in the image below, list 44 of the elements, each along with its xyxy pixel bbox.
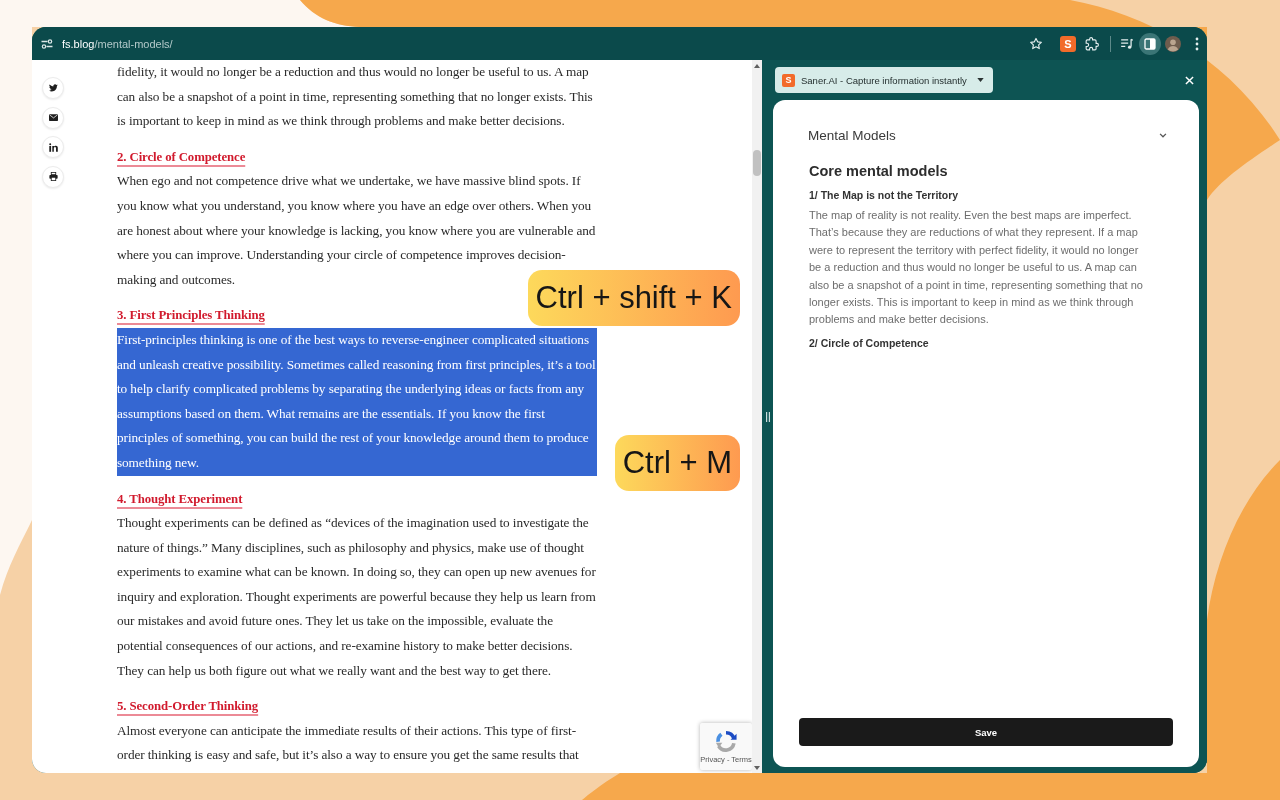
url-text[interactable]: fs.blog/mental-models/ [62,37,173,50]
scrollbar-track[interactable] [752,60,762,773]
scroll-down-icon[interactable] [754,766,760,770]
shortcut-callout: Ctrl + M [614,435,740,491]
section-link[interactable]: 2. Circle of Competence [117,149,246,164]
article-paragraph: Thought experiments can be defined as “devices of the imagination used to investigate the nature of things.” Many disciplines, such as philosophy and physics, make use of thought experiments to examine what can be known. In doing so, they can open up new avenues for inquiry and exploration. Thought experiments are powerful because they help us learn from our mistakes and avoid future ones. They let us take on the impossible, evaluate the potential consequences of our actions, and re-examine history to make better decisions. They can help us both figure out what we really want and the best way to get there. [117,514,597,680]
side-panel-button[interactable] [1139,32,1161,55]
caret-down-icon [976,78,984,82]
side-panel-icon [1144,37,1156,50]
envelope-icon [48,114,58,121]
resize-handle-icon[interactable] [765,411,770,422]
site-settings-icon[interactable] [41,37,53,50]
note-title: Core mental models [809,162,949,181]
article-paragraph: Almost everyone can anticipate the immediate results of their actions. This type of first-order thinking is easy and safe, but it’s also a way to ensure you get the same results that [117,721,580,765]
playlist-icon[interactable] [1120,36,1134,51]
puzzle-icon[interactable] [1085,36,1099,51]
shortcut-callout: Ctrl + shift + K [527,270,740,326]
app-logo: S [782,73,795,87]
printer-icon [48,172,58,181]
circular-arrow-icon [715,729,737,752]
section-link[interactable]: 4. Thought Experiment [117,491,243,506]
collection-title[interactable]: Mental Models [808,127,896,143]
menu-icon[interactable] [1195,36,1199,51]
share-button[interactable] [42,106,64,129]
share-button[interactable] [42,77,64,99]
note-subheading: 2/ Circle of Competence [809,335,930,351]
avatar-icon[interactable] [1165,35,1181,52]
section-link[interactable]: 5. Second-Order Thinking [117,699,259,714]
in-logo-icon [48,142,58,152]
chevron-down-icon[interactable] [1159,132,1167,138]
note-subheading: 1/ The Map is not the Territory [809,188,960,203]
bird-icon [48,84,58,92]
close-icon[interactable] [1185,75,1194,85]
note-paragraph: The map of reality is not reality. Even the best maps are imperfect. That’s because they are reductions of what they represent. If a map were to represent the territory with perfect fidelity, it would no longer be a reduction and thus would no longer be useful to us. A map can also be a snapshot of a point in time, representing something that no longer exists. This is important to keep in mind as we think through problems and make better decisions. [809,208,1144,328]
share-button[interactable] [42,136,64,158]
app-selector-dropdown[interactable]: S Saner.AI - Capture information instantly [775,67,993,93]
scrollbar-thumb[interactable] [753,150,761,176]
share-button[interactable] [42,165,64,188]
star-icon[interactable] [1029,36,1043,51]
highlighted-paragraph: First-principles thinking is one of the best ways to reverse-engineer complicated situations and unleash creative possibility. Sometimes called reasoning from first principles, it’s a tool to help clarify complicated problems by separating the underlying ideas or facts from any assumptions based on them. What remains are the essentials. If you know the first principles of something, you can build the rest of your knowledge around them to produce something new. [117,327,597,476]
scroll-up-icon[interactable] [754,64,760,68]
section-link[interactable]: 3. First Principles Thinking [117,308,265,323]
save-button[interactable]: Save [799,718,1173,746]
article-paragraph: fidelity, it would no longer be a reduction and thus would no longer be useful to us. A map can also be a snapshot of a point in time, representing something that no longer exists. This is important to keep in mind as we think through problems and make better decisions. [117,63,594,131]
